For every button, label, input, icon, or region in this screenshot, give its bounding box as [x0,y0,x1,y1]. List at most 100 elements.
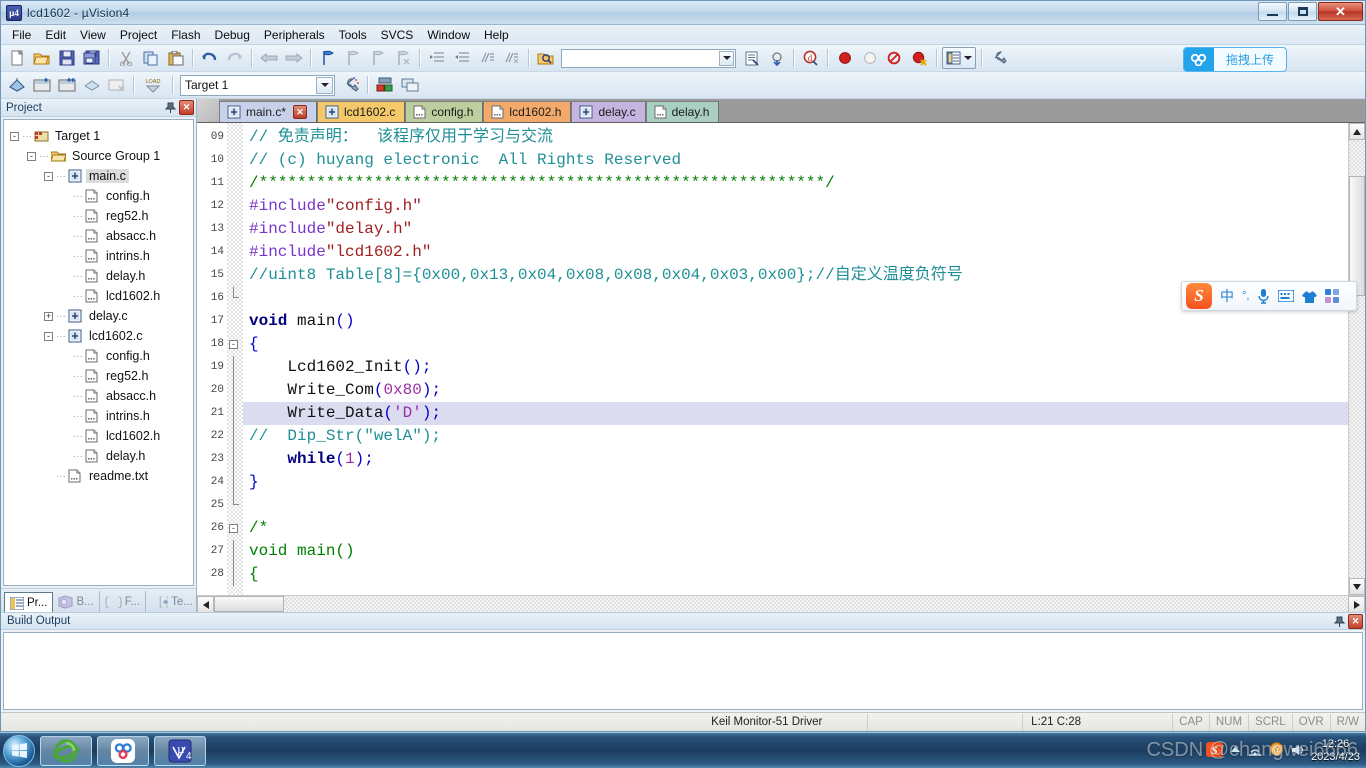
expand-toggle-icon[interactable]: + [44,311,53,321]
code-editor[interactable]: 09 10 11 12 13 14 15 16 17 18 19 20 21 22 23 24 25 26 27 28… [197,122,1365,595]
scroll-track-upper[interactable] [1349,140,1365,176]
code-line[interactable]: { [243,563,1348,586]
collapse-toggle-icon[interactable]: - [44,171,53,181]
show-hidden-icons-icon[interactable] [1230,744,1241,758]
manage-components-icon[interactable] [373,74,396,96]
undo-icon[interactable] [198,47,221,69]
kill-breakpoint-icon[interactable] [858,47,881,69]
fold-collapse-icon[interactable]: - [229,524,238,533]
scroll-right-arrow-icon[interactable] [1348,596,1365,613]
tree-item-absacc-h[interactable]: ··· absacc.h [10,226,193,246]
fold-marker[interactable] [227,448,243,471]
hscroll-thumb[interactable] [214,596,284,612]
build-output-close-icon[interactable]: ✕ [1348,614,1363,629]
tree-item-lcd1602-c[interactable]: - ··· lcd1602.c [10,326,193,346]
editor-tab-delay-c[interactable]: delay.c [571,101,646,122]
chinese-mode-icon[interactable]: 中 [1220,286,1234,306]
tree-item-absacc-h[interactable]: ··· absacc.h [10,386,193,406]
tree-item-main-c[interactable]: - ··· main.c [10,166,193,186]
code-line[interactable]: /***************************************… [243,172,1348,195]
editor-tab-lcd1602-c[interactable]: lcd1602.c [317,101,406,122]
editor-tab-main-c-[interactable]: main.c* ✕ [219,101,318,122]
sogou-tray-icon[interactable]: S [1206,741,1224,761]
save-icon[interactable] [55,47,78,69]
editor-tab-close-icon[interactable]: ✕ [293,105,308,119]
editor-tab-delay-h[interactable]: delay.h [645,101,720,122]
hscroll-track[interactable] [284,596,1348,612]
paste-icon[interactable] [164,47,187,69]
tree-item-lcd1602-h[interactable]: ··· lcd1602.h [10,286,193,306]
mail-icon[interactable]: @ [1269,742,1284,759]
code-scroll-area[interactable]: 09 10 11 12 13 14 15 16 17 18 19 20 21 22 23 24 25 26 27 28… [197,123,1348,595]
editor-vertical-scrollbar[interactable] [1348,123,1365,595]
fold-marker[interactable] [227,172,243,195]
close-button[interactable]: ✕ [1318,2,1363,21]
punctuation-icon[interactable]: °, [1242,290,1249,302]
volume-icon[interactable] [1291,743,1304,759]
fold-marker[interactable] [227,379,243,402]
menu-item-peripherals[interactable]: Peripherals [257,26,332,44]
uncomment-block-icon[interactable] [500,47,523,69]
fold-marker[interactable] [227,126,243,149]
project-panel-tab-b[interactable]: B... [53,591,100,612]
window-layout-icon[interactable] [942,47,976,69]
find-in-files-list-icon[interactable] [740,47,763,69]
fold-marker[interactable] [227,471,243,494]
menu-item-window[interactable]: Window [420,26,477,44]
minimize-button[interactable] [1258,2,1287,21]
scroll-track-lower[interactable] [1349,296,1365,578]
code-line[interactable]: // Dip_Str("welA"); [243,425,1348,448]
rebuild-all-icon[interactable] [55,74,78,96]
forward-navigate-icon[interactable] [282,47,305,69]
find-combobox[interactable] [561,48,736,68]
tree-item-readme-txt[interactable]: ··· readme.txt [10,466,193,486]
fold-marker[interactable] [227,218,243,241]
insert-breakpoint-icon[interactable] [833,47,856,69]
taskbar-item-internet-explorer[interactable] [40,735,92,766]
tree-item-delay-c[interactable]: + ··· delay.c [10,306,193,326]
code-line[interactable]: { [243,333,1348,356]
configure-toolbox-icon[interactable] [987,47,1010,69]
project-tree[interactable]: - ··· Target 1- ··· Source Group 1- ··· main.c… [3,119,194,586]
collapse-toggle-icon[interactable]: - [44,331,53,341]
editor-tab-lcd1602-h[interactable]: lcd1602.h [483,101,572,122]
indent-decrease-icon[interactable] [450,47,473,69]
chevron-down-icon[interactable] [316,76,333,94]
redo-icon[interactable] [223,47,246,69]
code-line[interactable] [243,494,1348,517]
fold-marker[interactable] [227,563,243,586]
code-text[interactable]: // 免责声明： 该程序仅用于学习与交流 // (c) huyang electr… [243,123,1348,595]
new-file-icon[interactable] [5,47,28,69]
tree-item-delay-h[interactable]: ··· delay.h [10,266,193,286]
fold-marker[interactable] [227,494,243,517]
menu-item-debug[interactable]: Debug [208,26,257,44]
code-line[interactable]: #include"lcd1602.h" [243,241,1348,264]
code-line[interactable]: Lcd1602_Init(); [243,356,1348,379]
open-file-icon[interactable] [30,47,53,69]
taskbar-item-uvision4[interactable]: µ4 [154,735,206,766]
menu-item-help[interactable]: Help [477,26,516,44]
chevron-down-icon[interactable] [719,50,734,66]
tree-item-target-1[interactable]: - ··· Target 1 [10,126,193,146]
project-panel-tab-pr[interactable]: Pr... [4,592,54,613]
scroll-down-arrow-icon[interactable] [1349,578,1365,595]
menu-item-file[interactable]: File [5,26,38,44]
manage-project-items-icon[interactable] [398,74,421,96]
tree-item-lcd1602-h[interactable]: ··· lcd1602.h [10,426,193,446]
stop-build-icon[interactable] [105,74,128,96]
fold-marker[interactable] [227,264,243,287]
menu-item-tools[interactable]: Tools [332,26,374,44]
target-options-icon[interactable] [339,74,362,96]
code-line[interactable]: // 免责声明： 该程序仅用于学习与交流 [243,126,1348,149]
fold-marker[interactable]: - [227,517,243,540]
taskbar-item-baidu-netdisk[interactable] [97,735,149,766]
bookmark-toggle-icon[interactable] [316,47,339,69]
incremental-find-icon[interactable] [765,47,788,69]
bookmark-clear-icon[interactable] [391,47,414,69]
start-orb-icon[interactable] [3,734,35,767]
code-line[interactable]: } [243,471,1348,494]
taskbar-clock[interactable]: 12:26 2023/4/23 [1311,738,1360,764]
sogou-ime-toolbar[interactable]: S 中 °, [1181,281,1357,311]
soft-keyboard-icon[interactable] [1278,290,1295,302]
copy-icon[interactable] [139,47,162,69]
